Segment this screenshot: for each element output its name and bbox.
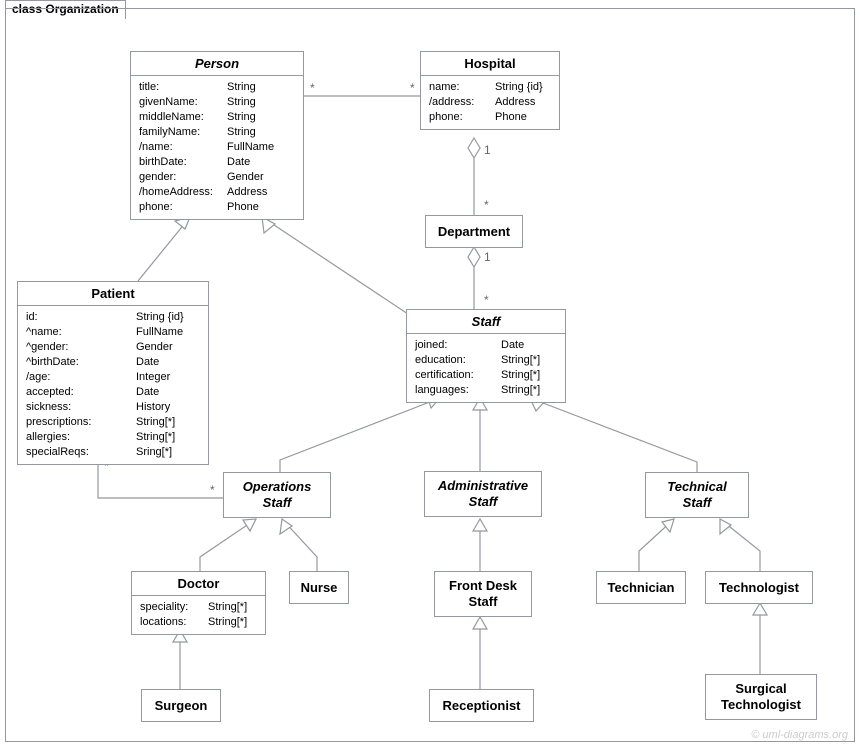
class-department: Department: [425, 215, 523, 248]
class-title: AdministrativeStaff: [425, 472, 541, 516]
class-title: OperationsStaff: [224, 473, 330, 517]
class-hospital: Hospital name:String {id} /address:Addre…: [420, 51, 560, 130]
class-receptionist: Receptionist: [429, 689, 534, 722]
class-title: TechnicalStaff: [646, 473, 748, 517]
class-technical-staff: TechnicalStaff: [645, 472, 749, 518]
class-title: Person: [131, 52, 303, 76]
class-administrative-staff: AdministrativeStaff: [424, 471, 542, 517]
class-attrs: name:String {id} /address:Address phone:…: [421, 76, 559, 129]
svg-text:*: *: [484, 293, 489, 307]
class-attrs: joined:Date education:String[*] certific…: [407, 334, 565, 402]
svg-text:*: *: [310, 81, 315, 95]
class-doctor: Doctor speciality:String[*] locations:St…: [131, 571, 266, 635]
class-person: Person title:String givenName:String mid…: [130, 51, 304, 220]
class-title: Doctor: [132, 572, 265, 596]
svg-text:*: *: [484, 198, 489, 212]
class-title: Hospital: [421, 52, 559, 76]
svg-text:*: *: [210, 483, 215, 497]
class-technician: Technician: [596, 571, 686, 604]
class-title: Department: [426, 216, 522, 247]
class-surgeon: Surgeon: [141, 689, 221, 722]
class-title: Patient: [18, 282, 208, 306]
class-staff: Staff joined:Date education:String[*] ce…: [406, 309, 566, 403]
class-title: Staff: [407, 310, 565, 334]
svg-text:1: 1: [484, 250, 491, 264]
class-operations-staff: OperationsStaff: [223, 472, 331, 518]
svg-text:*: *: [410, 81, 415, 95]
class-nurse: Nurse: [289, 571, 349, 604]
class-surgical-technologist: SurgicalTechnologist: [705, 674, 817, 720]
class-attrs: id:String {id} ^name:FullName ^gender:Ge…: [18, 306, 208, 464]
class-patient: Patient id:String {id} ^name:FullName ^g…: [17, 281, 209, 465]
class-attrs: title:String givenName:String middleName…: [131, 76, 303, 219]
svg-text:1: 1: [484, 143, 491, 157]
class-technologist: Technologist: [705, 571, 813, 604]
class-attrs: speciality:String[*] locations:String[*]: [132, 596, 265, 634]
watermark: © uml-diagrams.org: [751, 729, 848, 741]
class-front-desk-staff: Front DeskStaff: [434, 571, 532, 617]
